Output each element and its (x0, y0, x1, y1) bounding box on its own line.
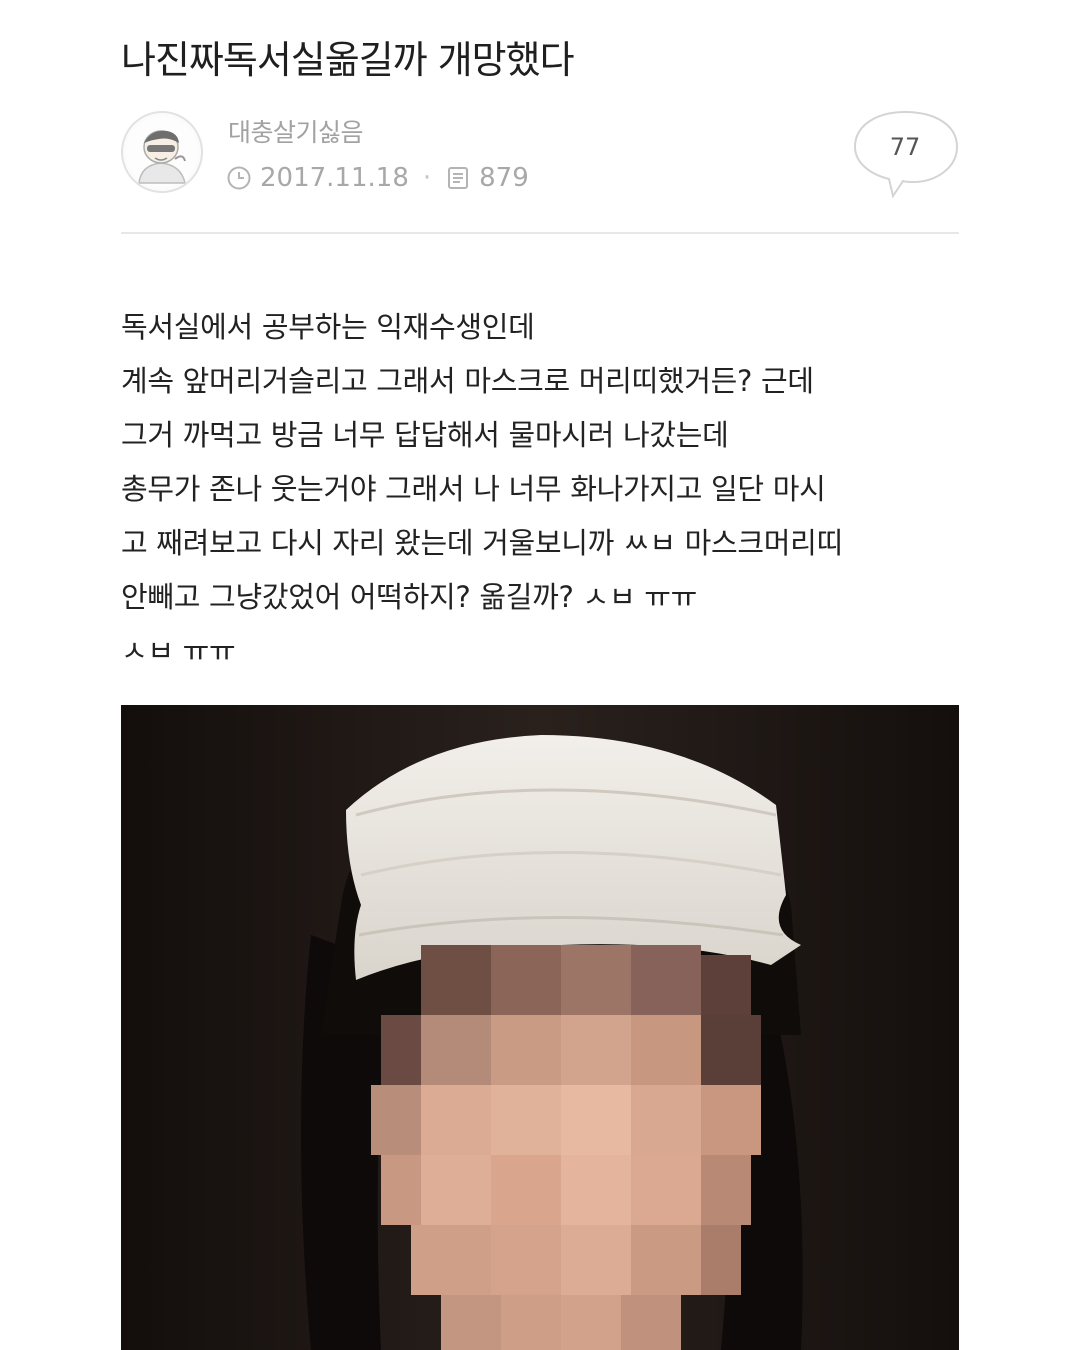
post-body-line: 계속 앞머리거슬리고 그래서 마스크로 머리띠했거든? 근데 (121, 364, 814, 398)
post-body: 독서실에서 공부하는 익재수생인데 계속 앞머리거슬리고 그래서 마스크로 머리… (121, 300, 981, 678)
post-title: 나진짜독서실옮길까 개망했다 (121, 38, 575, 82)
author-name[interactable]: 대충살기싫음 (228, 115, 364, 151)
post-body-line: 고 째려보고 다시 자리 왔는데 거울보니까 ㅆㅂ 마스크머리띠 (121, 526, 843, 560)
clock-icon (226, 165, 252, 191)
header-divider (121, 232, 959, 234)
post-photo[interactable] (121, 705, 959, 1350)
post-body-line: 안빼고 그냥갔었어 어떡하지? 옮길까? ㅅㅂ ㅠㅠ (121, 580, 697, 614)
post-body-line: ㅅㅂ ㅠㅠ (121, 634, 236, 668)
author-avatar[interactable] (121, 111, 203, 193)
view-count: 879 (479, 163, 529, 193)
comment-count: 77 (889, 133, 921, 161)
pixelated-face (371, 945, 761, 1350)
meta-separator: · (422, 163, 432, 193)
post-meta: 2017.11.18 · 879 (226, 160, 529, 196)
comment-count-button[interactable]: 77 (853, 108, 963, 200)
post-date: 2017.11.18 (260, 163, 409, 193)
post-body-line: 그거 까먹고 방금 너무 답답해서 물마시러 나갔는데 (121, 418, 729, 452)
profile-avatar-icon (126, 116, 198, 188)
post-body-line: 독서실에서 공부하는 익재수생인데 (121, 310, 535, 344)
document-icon (445, 165, 471, 191)
post-body-line: 총무가 존나 웃는거야 그래서 나 너무 화나가지고 일단 마시 (121, 472, 826, 506)
